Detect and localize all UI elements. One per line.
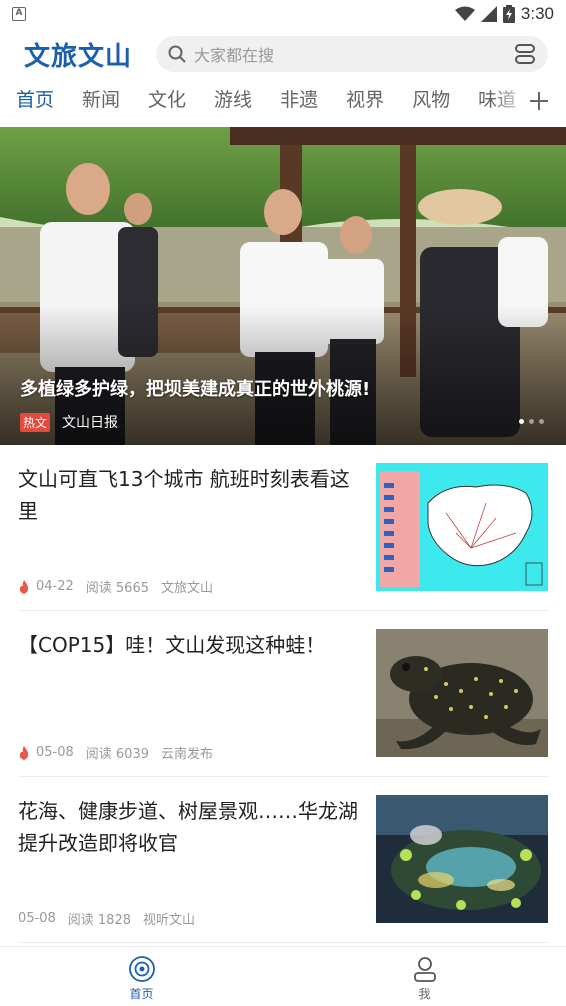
- search-bar[interactable]: 大家都在搜: [156, 36, 548, 72]
- news-meta: 05-08 阅读 6039 云南发布: [18, 743, 225, 762]
- news-title: 花海、健康步道、树屋景观……华龙湖提升改造即将收官: [18, 799, 358, 855]
- hero-meta: 热文 文山日报: [20, 412, 118, 432]
- nav-home[interactable]: 首页: [0, 947, 283, 1006]
- news-title: 【COP15】哇！文山发现这种蛙！: [18, 633, 326, 657]
- tab-news[interactable]: 新闻: [82, 80, 120, 124]
- hero-banner[interactable]: 多植绿多护绿，把坝美建成真正的世外桃源! 热文 文山日报: [0, 127, 566, 445]
- news-date: 05-08: [36, 745, 74, 760]
- search-placeholder: 大家都在搜: [194, 46, 275, 65]
- tab-specialties[interactable]: 风物: [412, 80, 450, 124]
- search-icon: [168, 45, 186, 63]
- hero-title: 多植绿多护绿，把坝美建成真正的世外桃源!: [20, 379, 371, 400]
- app-header: 文旅文山 大家都在搜: [0, 32, 566, 76]
- signal-icon: [480, 6, 497, 22]
- status-time: 3:30: [520, 4, 554, 23]
- news-source: 文旅文山: [161, 581, 214, 596]
- carousel-dot: [539, 419, 544, 424]
- app-notification-icon: A: [12, 7, 26, 21]
- tab-home[interactable]: 首页: [16, 80, 54, 124]
- battery-icon: [502, 5, 515, 23]
- news-thumbnail: [376, 629, 548, 757]
- hot-badge: 热文: [20, 412, 51, 432]
- nav-me-label: 我: [418, 987, 431, 1001]
- add-tab-icon[interactable]: [526, 88, 552, 114]
- news-date: 05-08: [18, 911, 56, 926]
- tab-culture[interactable]: 文化: [148, 80, 186, 124]
- frog-image: [376, 629, 548, 757]
- tab-vision[interactable]: 视界: [346, 80, 384, 124]
- news-date: 04-22: [36, 579, 74, 594]
- scan-icon[interactable]: [514, 43, 536, 65]
- news-item[interactable]: 【COP15】哇！文山发现这种蛙！ 05-08 阅读 6039 云南发布: [18, 629, 548, 777]
- tab-routes[interactable]: 游线: [214, 80, 252, 124]
- map-image: [376, 463, 548, 591]
- flame-icon: [19, 579, 29, 594]
- carousel-dot: [519, 419, 524, 424]
- news-item[interactable]: 花海、健康步道、树屋景观……华龙湖提升改造即将收官 05-08 阅读 1828 …: [18, 795, 548, 943]
- category-tabs: 首页 新闻 文化 游线 非遗 视界 风物 味道: [0, 80, 566, 124]
- carousel-indicator: [519, 419, 544, 424]
- nav-home-label: 首页: [129, 987, 154, 1001]
- news-reads: 阅读 5665: [85, 581, 149, 596]
- news-thumbnail: [376, 463, 548, 591]
- news-source: 云南发布: [161, 747, 214, 762]
- wifi-icon: [454, 6, 475, 21]
- carousel-dot: [529, 419, 534, 424]
- news-source: 视听文山: [143, 913, 196, 928]
- news-item[interactable]: 文山可直飞13个城市 航班时刻表看这里 04-22 阅读 5665 文旅文山: [18, 463, 548, 611]
- news-reads: 阅读 1828: [67, 913, 131, 928]
- news-reads: 阅读 6039: [85, 747, 149, 762]
- flame-icon: [19, 745, 29, 760]
- tab-heritage[interactable]: 非遗: [280, 80, 318, 124]
- bottom-nav: 首页 我: [0, 946, 566, 1006]
- hero-source: 文山日报: [62, 415, 119, 431]
- home-icon: [128, 956, 155, 982]
- user-icon: [413, 957, 436, 982]
- news-meta: 05-08 阅读 1828 视听文山: [18, 909, 207, 928]
- news-thumbnail: [376, 795, 548, 923]
- news-title: 文山可直飞13个城市 航班时刻表看这里: [18, 467, 350, 523]
- app-logo: 文旅文山: [24, 41, 133, 72]
- park-image: [376, 795, 548, 923]
- nav-me[interactable]: 我: [283, 947, 566, 1006]
- news-meta: 04-22 阅读 5665 文旅文山: [18, 577, 225, 596]
- status-bar: A 3:30: [0, 0, 566, 28]
